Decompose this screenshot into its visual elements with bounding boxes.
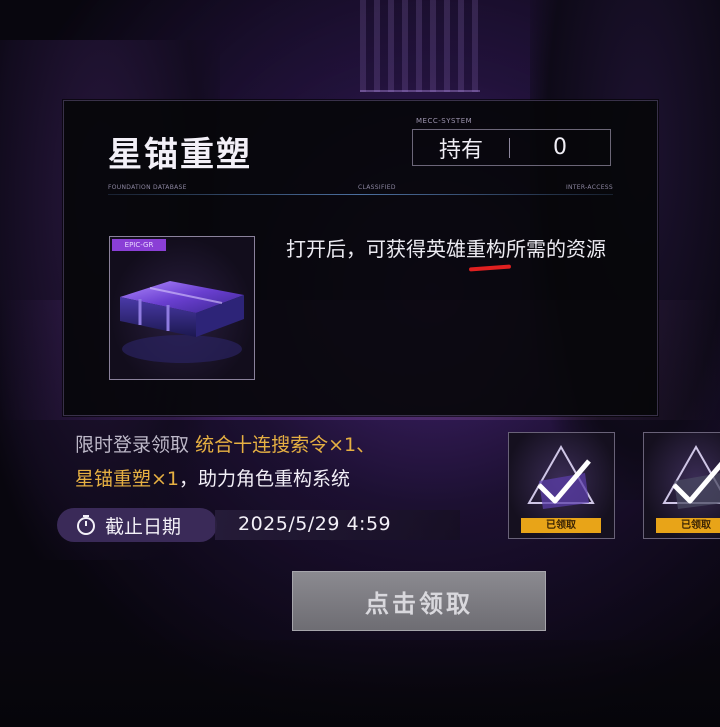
deadline-label: 截止日期 [105,515,182,538]
reward-card-2[interactable]: 已领取 [643,432,720,539]
event-reward-1: 统合十连搜索令×1、 [195,434,376,456]
meta-row: FOUNDATION DATABASE CLASSIFIED INTER-ACC… [108,184,613,194]
owned-label: 持有 [438,137,483,163]
deadline-value: 2025/5/29 4:59 [238,513,392,535]
bottom-shade [0,640,720,727]
item-info-popup: 星锚重塑 MECC-SYSTEM 持有 0 FOUNDATION DATABAS… [63,100,658,416]
reward-card-1[interactable]: 已领取 [508,432,615,539]
event-prefix: 限时登录领取 [75,434,190,456]
item-title: 星锚重塑 [108,135,252,175]
system-label: MECC-SYSTEM [416,117,473,125]
claim-button[interactable]: 点击领取 [292,571,546,631]
meta-left-label: FOUNDATION DATABASE [108,184,187,191]
claimed-tag: 已领取 [521,518,601,533]
deadline-pill: 截止日期 [57,508,217,542]
timer-icon [77,515,95,535]
event-description: 限时登录领取 统合十连搜索令×1、 星锚重塑×1，助力角色重构系统 [75,428,495,496]
event-reward-2: 星锚重塑×1 [75,468,180,490]
meta-mid-label: CLASSIFIED [358,184,396,191]
claimed-tag: 已领取 [656,518,720,533]
item-box-icon [120,281,244,363]
event-suffix: ，助力角色重构系统 [179,468,351,490]
meta-right-label: INTER-ACCESS [565,184,613,191]
header-divider [108,194,613,195]
top-emblem [360,0,480,92]
owned-value: 0 [553,135,567,160]
item-description: 打开后，可获得英雄重构所需的资源 [286,237,606,261]
rarity-tag: EPIC-GR [112,239,166,251]
item-preview: EPIC-GR [109,236,255,380]
owned-count-box: 持有 0 [412,129,611,166]
